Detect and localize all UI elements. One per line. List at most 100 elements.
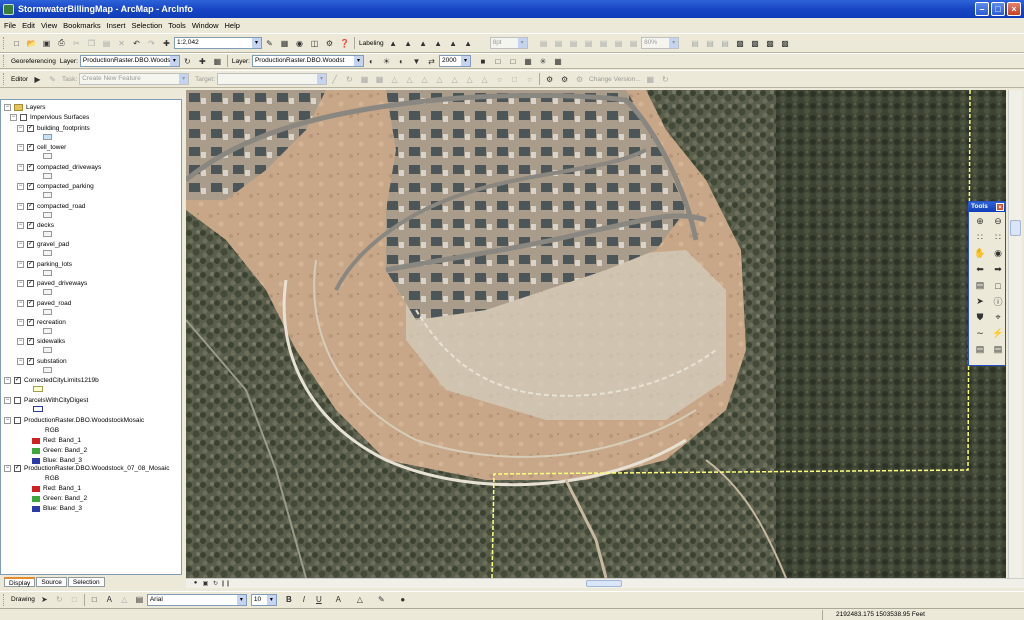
checkbox[interactable]: ✓ [14, 465, 21, 472]
horizontal-scrollbar[interactable]: ● ▣ ↻ ❙❙ [186, 578, 1024, 588]
bold-button[interactable]: B [283, 594, 295, 606]
map-scale-combo[interactable]: 1:2,042 [174, 37, 262, 49]
forward-arrow-icon[interactable]: ➡ [991, 263, 1005, 276]
grid-icon[interactable]: ▦ [522, 55, 534, 67]
checkbox[interactable]: ✓ [27, 338, 34, 346]
toc-layer-corrected-city-limits[interactable]: − ✓ CorrectedCityLimits1219b [4, 376, 99, 385]
italic-button[interactable]: I [298, 594, 310, 606]
brightness-icon[interactable]: ☀ [380, 55, 392, 67]
reshape-icon[interactable]: △ [434, 73, 446, 85]
toc-layer-compacted-parking[interactable]: − ✓ compacted_parking [17, 182, 94, 191]
zoom-out-icon[interactable]: ⊖ [991, 215, 1005, 228]
toc-layer-compacted-driveways[interactable]: − ✓ compacted_driveways [17, 163, 101, 172]
add-data-icon[interactable]: ✚ [161, 37, 173, 49]
layout-icon-6[interactable]: ▤ [613, 37, 625, 49]
checkbox[interactable]: ✓ [27, 222, 34, 229]
collapse-icon[interactable]: − [17, 299, 24, 307]
layer-symbol[interactable] [43, 231, 52, 237]
model-builder-icon[interactable]: ⚙ [324, 37, 336, 49]
layout-icon[interactable]: ▤ [538, 37, 550, 49]
collapse-icon[interactable]: − [17, 319, 24, 326]
select-features-icon[interactable]: ■ [477, 55, 489, 67]
collapse-icon[interactable]: − [4, 465, 11, 472]
checkbox[interactable]: ✓ [27, 183, 34, 191]
checkbox[interactable] [20, 114, 27, 121]
layer-symbol[interactable] [43, 250, 52, 257]
select-features-icon[interactable]: ▤ [973, 279, 987, 292]
editor-toolbar-icon[interactable]: ✎ [264, 37, 276, 49]
collapse-icon[interactable]: − [4, 104, 11, 111]
copy-icon[interactable]: ❐ [86, 37, 98, 49]
toc-layer-gravel-pad[interactable]: − ✓ gravel_pad [17, 240, 69, 249]
refresh-version-icon[interactable]: ↻ [659, 73, 671, 85]
sketch-properties-icon[interactable]: ▦ [374, 73, 386, 85]
flicker-rate-combo[interactable]: 2000 [438, 55, 471, 67]
task-combo[interactable]: Create New Feature [79, 73, 190, 85]
transparency-icon[interactable]: ◐ [395, 55, 407, 67]
checkbox[interactable] [14, 397, 21, 404]
layout-icon-9[interactable]: ▤ [704, 37, 716, 49]
square-tool-icon[interactable]: □ [509, 73, 521, 85]
calculator-icon[interactable]: ▩ [764, 37, 776, 49]
fixed-zoom-out-icon[interactable]: ∷ [991, 231, 1005, 244]
select-elements-arrow-icon[interactable]: ➤ [973, 295, 987, 308]
collapse-icon[interactable]: − [17, 357, 24, 365]
clear-selection-icon[interactable]: □ [507, 55, 519, 67]
convert-labels-icon[interactable]: ▲ [462, 37, 474, 49]
fill-color-icon[interactable]: △ [354, 594, 366, 606]
topology-edit-icon[interactable]: △ [404, 73, 416, 85]
pan-hand-icon[interactable]: ✋ [973, 247, 987, 260]
target-combo[interactable] [217, 73, 328, 85]
lock-labels-icon[interactable]: ▲ [417, 37, 429, 49]
sketch-tool-icon[interactable]: ✎ [46, 73, 58, 85]
checkbox[interactable]: ✓ [27, 280, 34, 288]
map-display[interactable] [186, 90, 1006, 578]
toolbox-icon[interactable]: ▩ [779, 37, 791, 49]
menu-window[interactable]: Window [192, 21, 219, 30]
checkbox[interactable] [14, 417, 21, 424]
layout-icon-7[interactable]: ▤ [628, 37, 640, 49]
redo-icon[interactable]: ↷ [146, 37, 158, 49]
toolbar-grip[interactable] [3, 37, 6, 49]
collapse-icon[interactable]: − [10, 114, 17, 121]
tab-source[interactable]: Source [36, 577, 67, 587]
delete-icon[interactable]: ✕ [116, 37, 128, 49]
editor-menu[interactable]: Editor [11, 76, 28, 83]
font-combo[interactable]: Arial [146, 593, 247, 606]
identify-icon[interactable]: ⓘ [991, 295, 1005, 308]
checkbox[interactable]: ✓ [27, 319, 34, 326]
layout-icon-5[interactable]: ▤ [598, 37, 610, 49]
collapse-icon[interactable]: − [17, 222, 24, 229]
layer-symbol[interactable] [43, 269, 52, 276]
checkbox[interactable]: ✓ [14, 377, 21, 384]
zoom-to-selection-icon[interactable]: □ [492, 55, 504, 67]
layer-symbol[interactable] [43, 308, 52, 315]
view-link-table-icon[interactable]: ▦ [211, 55, 223, 67]
toc-layer-building-footprints[interactable]: − ✓ building_footprints [17, 124, 90, 133]
version-manager-icon[interactable]: ▦ [644, 73, 656, 85]
layer-symbol[interactable] [33, 386, 43, 392]
toolbar-grip[interactable] [3, 593, 6, 606]
print-icon[interactable]: ⎙ [56, 37, 68, 49]
checkbox[interactable]: ✓ [27, 299, 34, 307]
graph-icon[interactable]: ▩ [749, 37, 761, 49]
close-button[interactable]: × [1007, 2, 1021, 16]
post-icon[interactable]: ⚙ [574, 73, 586, 85]
font-size-combo[interactable]: 8pt [489, 37, 528, 49]
labeling-menu[interactable]: Labeling [359, 40, 384, 47]
circle-tool-icon[interactable]: ○ [494, 73, 506, 85]
rotate-icon[interactable]: ↻ [181, 55, 193, 67]
layer-symbol[interactable] [33, 406, 43, 412]
layer-symbol[interactable] [43, 134, 52, 140]
save-icon[interactable]: ▣ [41, 37, 53, 49]
toc-layer-sidewalks[interactable]: − ✓ sidewalks [17, 337, 65, 346]
georeferencing-menu[interactable]: Georeferencing [11, 58, 56, 65]
validate-icon[interactable]: △ [449, 73, 461, 85]
edit-tool-icon[interactable]: ▶ [31, 73, 43, 85]
tools-close-icon[interactable]: × [996, 203, 1004, 211]
layer-symbol[interactable] [43, 366, 52, 373]
layout-icon-3[interactable]: ▤ [568, 37, 580, 49]
undo-icon[interactable]: ↶ [131, 37, 143, 49]
collapse-icon[interactable]: − [17, 163, 24, 171]
fix-error-icon[interactable]: △ [479, 73, 491, 85]
